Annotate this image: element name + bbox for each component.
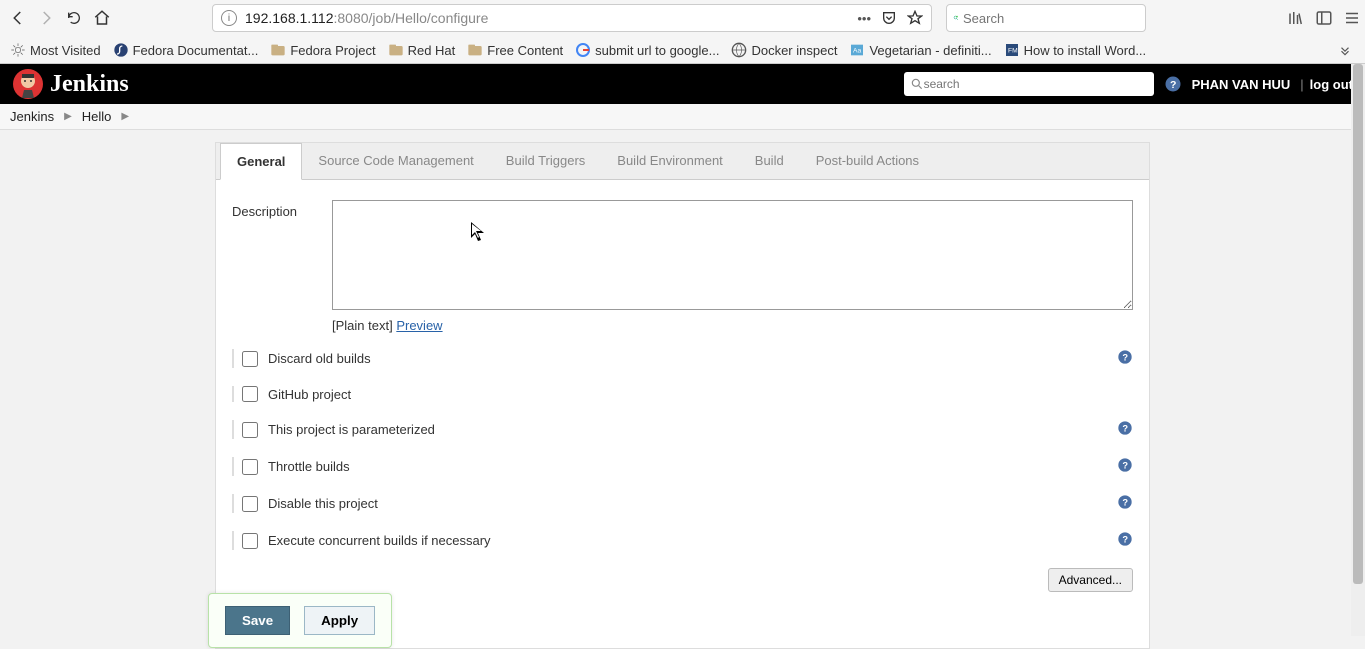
help-icon[interactable]: ? [1117, 494, 1133, 513]
check-label: This project is parameterized [268, 422, 1117, 437]
jenkins-logo-icon [12, 68, 44, 100]
jenkins-search[interactable] [904, 72, 1154, 96]
breadcrumb-hello[interactable]: Hello [82, 109, 112, 124]
check-row-2: This project is parameterized? [232, 420, 1133, 439]
user-link[interactable]: PHAN VAN HUU [1192, 77, 1291, 92]
menu-icon[interactable] [1343, 9, 1361, 27]
checkbox-this-project-is-parameterized[interactable] [242, 422, 258, 438]
search-engine-icon [953, 11, 959, 25]
url-text: 192.168.1.112:8080/job/Hello/configure [245, 10, 857, 26]
reload-button[interactable] [60, 4, 88, 32]
tab-triggers[interactable]: Build Triggers [490, 143, 601, 179]
jenkins-search-input[interactable] [924, 77, 1148, 91]
config-tabs: General Source Code Management Build Tri… [216, 143, 1149, 180]
description-textarea[interactable] [332, 200, 1133, 310]
jenkins-header: Jenkins ? PHAN VAN HUU | log out [0, 64, 1365, 104]
forward-button[interactable] [32, 4, 60, 32]
pocket-icon[interactable] [881, 10, 897, 26]
help-icon[interactable]: ? [1117, 349, 1133, 368]
check-row-3: Throttle builds? [232, 457, 1133, 476]
logout-link[interactable]: log out [1310, 77, 1353, 92]
bookmark-google[interactable]: submit url to google... [571, 40, 723, 60]
search-icon [910, 77, 924, 91]
checkbox-throttle-builds[interactable] [242, 459, 258, 475]
check-row-4: Disable this project? [232, 494, 1133, 513]
help-icon[interactable]: ? [1117, 420, 1133, 439]
sidebar-icon[interactable] [1315, 9, 1333, 27]
svg-text:Aa: Aa [853, 48, 861, 55]
checkbox-discard-old-builds[interactable] [242, 351, 258, 367]
svg-text:FM: FM [1008, 48, 1018, 55]
checkbox-disable-this-project[interactable] [242, 496, 258, 512]
home-button[interactable] [88, 4, 116, 32]
back-button[interactable] [4, 4, 32, 32]
help-icon[interactable]: ? [1117, 457, 1133, 476]
config-panel: General Source Code Management Build Tri… [215, 142, 1150, 649]
svg-text:?: ? [1122, 352, 1128, 362]
breadcrumbs: Jenkins ▶ Hello ▶ [0, 104, 1365, 130]
jenkins-logo-text: Jenkins [50, 71, 129, 98]
tab-scm[interactable]: Source Code Management [302, 143, 489, 179]
plain-text-label: [Plain text] [332, 318, 393, 333]
browser-search-input[interactable] [963, 11, 1139, 26]
library-icon[interactable] [1287, 9, 1305, 27]
scrollbar-thumb[interactable] [1353, 64, 1363, 584]
check-row-1: GitHub project [232, 386, 1133, 402]
chevron-right-icon: ▶ [121, 111, 129, 122]
check-label: Throttle builds [268, 459, 1117, 474]
tab-general[interactable]: General [220, 143, 302, 180]
bookmark-fedora-proj[interactable]: Fedora Project [266, 40, 379, 60]
svg-text:?: ? [1122, 460, 1128, 470]
scrollbar[interactable] [1351, 64, 1365, 636]
check-label: Discard old builds [268, 351, 1117, 366]
check-row-5: Execute concurrent builds if necessary? [232, 531, 1133, 550]
tab-build[interactable]: Build [739, 143, 800, 179]
svg-text:?: ? [1122, 497, 1128, 507]
bookmark-fedora-doc[interactable]: Fedora Documentat... [109, 40, 263, 60]
bookmark-wordpress[interactable]: FMHow to install Word... [1000, 40, 1151, 60]
more-icon[interactable]: ••• [857, 11, 871, 26]
save-bar: Save Apply [208, 593, 392, 648]
tab-post-build[interactable]: Post-build Actions [800, 143, 935, 179]
check-label: Execute concurrent builds if necessary [268, 533, 1117, 548]
advanced-button[interactable]: Advanced... [1048, 568, 1133, 592]
tab-environment[interactable]: Build Environment [601, 143, 739, 179]
svg-text:?: ? [1122, 423, 1128, 433]
bookmark-docker[interactable]: Docker inspect [727, 40, 841, 60]
description-label: Description [232, 200, 332, 310]
browser-chrome: i 192.168.1.112:8080/job/Hello/configure… [0, 0, 1365, 64]
address-bar[interactable]: i 192.168.1.112:8080/job/Hello/configure… [212, 4, 932, 32]
help-icon[interactable]: ? [1117, 531, 1133, 550]
check-label: Disable this project [268, 496, 1117, 511]
save-button[interactable]: Save [225, 606, 290, 635]
bookmark-star-icon[interactable] [907, 10, 923, 26]
bookmark-most-visited[interactable]: Most Visited [6, 40, 105, 60]
bookmark-free-content[interactable]: Free Content [463, 40, 567, 60]
svg-text:?: ? [1122, 534, 1128, 544]
apply-button[interactable]: Apply [304, 606, 375, 635]
check-label: GitHub project [268, 387, 1133, 402]
bookmarks-overflow-icon[interactable] [1331, 36, 1359, 64]
bookmark-vegetarian[interactable]: AaVegetarian - definiti... [845, 40, 995, 60]
bookmarks-bar: Most Visited Fedora Documentat... Fedora… [0, 36, 1365, 64]
checkbox-execute-concurrent-builds-if-necessary[interactable] [242, 533, 258, 549]
preview-link[interactable]: Preview [396, 318, 442, 333]
chevron-right-icon: ▶ [64, 111, 72, 122]
breadcrumb-jenkins[interactable]: Jenkins [10, 109, 54, 124]
check-row-0: Discard old builds? [232, 349, 1133, 368]
bookmark-redhat[interactable]: Red Hat [384, 40, 460, 60]
jenkins-logo[interactable]: Jenkins [12, 68, 129, 100]
checkbox-github-project[interactable] [242, 386, 258, 402]
divider: | [1300, 77, 1303, 92]
help-icon[interactable]: ? [1164, 75, 1182, 93]
site-info-icon[interactable]: i [221, 10, 237, 26]
svg-text:?: ? [1170, 79, 1176, 91]
browser-search[interactable] [946, 4, 1146, 32]
